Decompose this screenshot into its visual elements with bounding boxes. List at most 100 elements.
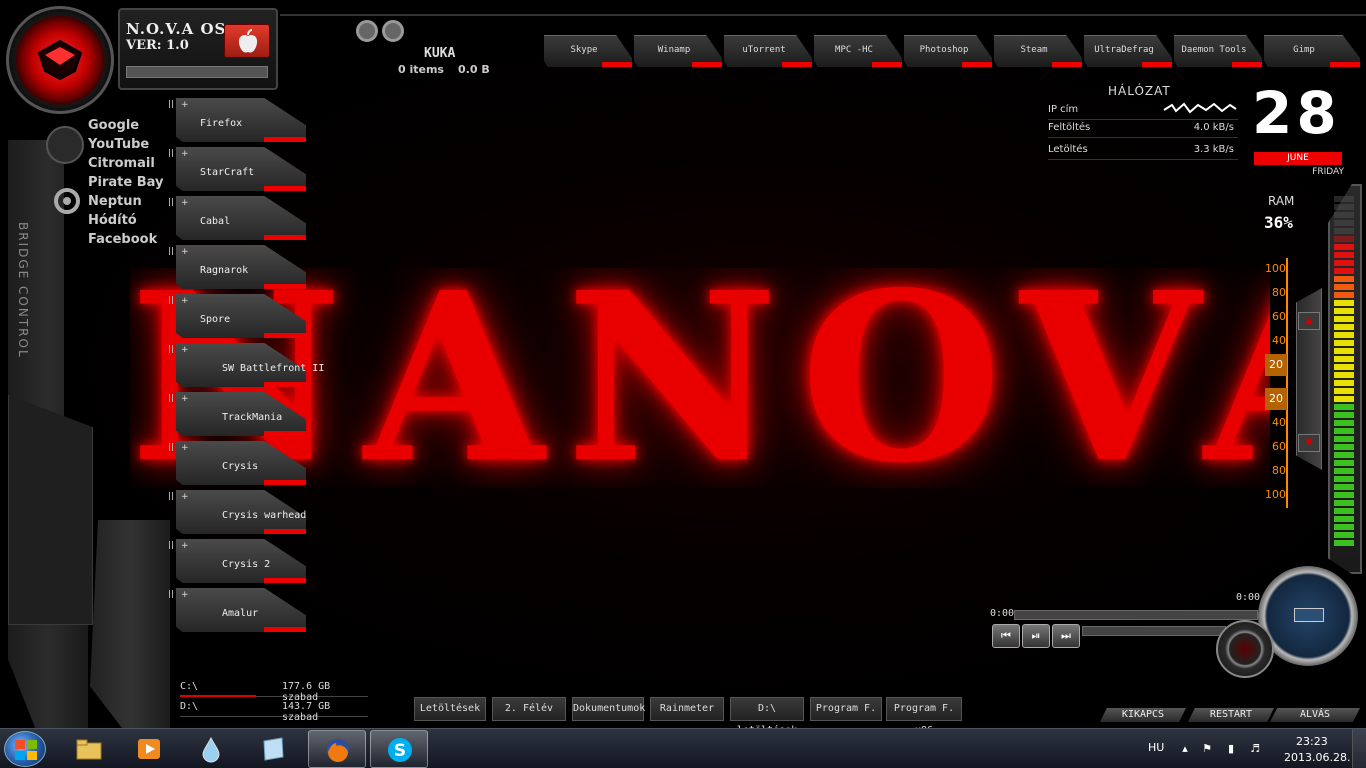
launcher-winamp[interactable]: Winamp [634,35,722,67]
game-ragnarok[interactable]: + Ragnarok [169,245,306,289]
game-crysis-warhead[interactable]: + Crysis warhead [169,490,306,534]
shield-emblem-icon[interactable] [6,6,114,114]
game-cabal[interactable]: + Cabal [169,196,306,240]
link-pirate-bay[interactable]: Pirate Bay [88,175,178,194]
ram-meter-segment [1334,436,1354,442]
game-trackmania[interactable]: + TrackMania [169,392,306,436]
launcher-gimp[interactable]: Gimp [1264,35,1360,67]
folder-dokumentumok[interactable]: Dokumentumok [572,697,645,721]
drag-handle[interactable] [169,394,173,402]
game-sw-battlefront[interactable]: + SW Battlefront II [169,343,324,387]
lock-icon[interactable] [46,126,84,164]
game-crysis[interactable]: + Crysis [169,441,306,485]
player-volume-bar[interactable] [1082,626,1226,636]
taskbar-explorer[interactable] [60,730,118,768]
drag-handle[interactable] [169,198,173,206]
next-track-button[interactable]: ⏭ [1052,624,1080,648]
taskbar-notepad[interactable] [244,730,302,768]
launcher-mpc-hc[interactable]: MPC -HC [814,35,902,67]
launcher-skype[interactable]: Skype [544,35,632,67]
firefox-icon [327,739,349,762]
launcher-label: Steam [1020,45,1048,55]
taskbar-rainmeter[interactable] [182,730,240,768]
tray-expand-icon[interactable]: ▴ [1178,742,1192,756]
brand-title: N.O.V.A OS [126,20,227,38]
scale-up-100: 100 [1265,262,1286,275]
start-button[interactable] [4,731,46,767]
action-center-icon[interactable]: ⚑ [1200,742,1214,756]
folder-letoltesek[interactable]: Letöltések [414,697,486,721]
folder-2-felev[interactable]: 2. Félév [492,697,566,721]
taskbar: S HU ▴ ⚑ ▮ ♬ 23:23 2013.06.28. [0,728,1366,768]
drag-handle[interactable] [169,492,173,500]
arrow-up-button[interactable]: ▲ [1298,312,1320,330]
link-hodito[interactable]: Hódító [88,213,178,232]
launcher-utorrent[interactable]: uTorrent [724,35,812,67]
play-pause-button[interactable]: ⏯ [1022,624,1050,648]
folder-program-files[interactable]: Program F. [810,697,882,721]
launcher-ultradefrag[interactable]: UltraDefrag [1084,35,1172,67]
shutdown-button[interactable]: KIKAPCS [1100,708,1186,722]
ram-value: 36% [1264,213,1293,232]
arrow-down-button[interactable]: ▼ [1298,434,1320,452]
drive-d[interactable]: D:\ 143.7 GB szabad [180,699,368,723]
previous-track-button[interactable]: ⏮ [992,624,1020,648]
launcher-daemon-tools[interactable]: Daemon Tools [1174,35,1262,67]
folder-rainmeter[interactable]: Rainmeter [650,697,724,721]
game-spore[interactable]: + Spore [169,294,306,338]
folder-d-letoltesek[interactable]: D:\ letöltések [730,697,804,736]
drag-handle[interactable] [169,443,173,451]
drive-c[interactable]: C:\ 177.6 GB szabad [180,679,368,703]
launcher-photoshop[interactable]: Photoshop [904,35,992,67]
launcher-accent [1142,62,1172,67]
game-accent [264,480,306,485]
game-starcraft[interactable]: + StarCraft [169,147,306,191]
drag-handle[interactable] [169,296,173,304]
ram-meter-segment [1334,396,1354,402]
recycle-bin-widget[interactable]: KUKA 0 items 0.0 B [398,44,498,78]
link-neptun[interactable]: Neptun [88,194,178,213]
apple-icon[interactable] [224,24,270,58]
taskbar-skype[interactable]: S [370,730,428,768]
plus-icon: + [181,492,189,502]
clock-date[interactable]: 2013.06.28. [1284,751,1350,764]
drag-handle[interactable] [169,590,173,598]
taskbar-media-player[interactable] [120,730,178,768]
drag-handle[interactable] [169,345,173,353]
drag-handle[interactable] [169,541,173,549]
game-firefox[interactable]: + Firefox [169,98,306,142]
ip-label: IP cím [1048,104,1079,115]
sleep-button[interactable]: ALVÁS [1270,708,1360,722]
link-citromail[interactable]: Citromail [88,156,178,175]
player-progress-bar[interactable] [1014,610,1258,620]
player-knob[interactable] [1216,620,1274,678]
link-google[interactable]: Google [88,118,178,137]
link-facebook[interactable]: Facebook [88,232,178,251]
target-icon[interactable] [54,188,80,214]
launcher-steam[interactable]: Steam [994,35,1082,67]
volume-icon[interactable]: ♬ [1248,742,1262,756]
network-signal-icon[interactable]: ▮ [1224,742,1238,756]
game-label: Spore [200,314,231,325]
restart-button[interactable]: RESTART [1188,708,1274,722]
language-indicator[interactable]: HU [1148,741,1164,754]
folder-program-files-x86[interactable]: Program F. x86 [886,697,962,736]
drag-handle[interactable] [169,247,173,255]
ram-meter-segment [1334,324,1354,330]
game-accent [264,627,306,632]
ram-meter-segment [1334,372,1354,378]
recycle-bin-size: 0.0 B [458,63,490,76]
taskbar-firefox[interactable] [308,730,366,768]
show-desktop-button[interactable] [1352,729,1366,768]
clock-time[interactable]: 23:23 [1296,735,1328,748]
drag-handle[interactable] [169,100,173,108]
ram-meter-segment [1334,308,1354,314]
game-crysis-2[interactable]: + Crysis 2 [169,539,306,583]
eagle-mark-icon [37,39,83,81]
notepad-icon [263,737,284,761]
game-label: TrackMania [222,412,283,423]
game-amalur[interactable]: + Amalur [169,588,306,632]
drive-usage-bar [180,695,256,697]
drag-handle[interactable] [169,149,173,157]
link-youtube[interactable]: YouTube [88,137,178,156]
